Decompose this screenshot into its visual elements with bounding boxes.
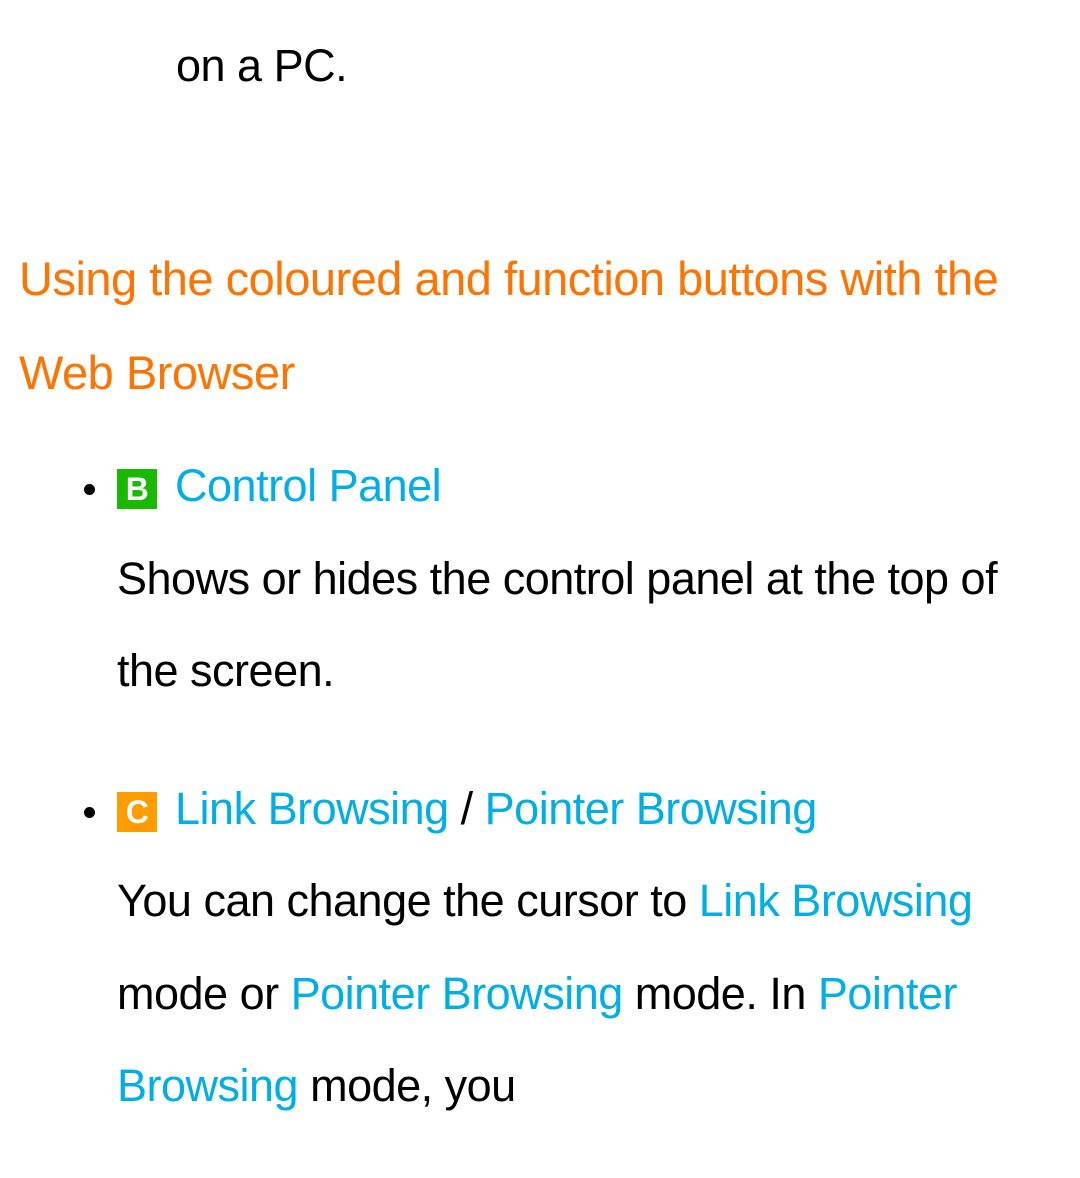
desc-text: You can change the cursor to bbox=[117, 875, 699, 926]
c-button-icon: C bbox=[117, 792, 157, 832]
document-body: on a PC. Using the coloured and function… bbox=[0, 0, 1080, 1132]
desc-text: mode or bbox=[117, 968, 291, 1019]
term-link-browsing: Link Browsing bbox=[699, 875, 973, 926]
previous-paragraph-fragment: on a PC. bbox=[19, 20, 1061, 112]
item-description: Shows or hides the control panel at the … bbox=[117, 533, 1061, 718]
separator-slash: / bbox=[449, 783, 485, 834]
term-pointer-browsing: Pointer Browsing bbox=[291, 968, 623, 1019]
desc-text: mode. In bbox=[623, 968, 818, 1019]
list-item-header: B Control Panel bbox=[117, 440, 1061, 532]
b-button-icon: B bbox=[117, 469, 157, 509]
section-heading: Using the coloured and function buttons … bbox=[19, 232, 1061, 420]
item-title-pointer-browsing: Pointer Browsing bbox=[485, 783, 817, 834]
button-function-list: B Control Panel Shows or hides the contr… bbox=[19, 440, 1061, 1132]
item-title: Control Panel bbox=[175, 460, 441, 511]
list-item-c: C Link Browsing / Pointer Browsing You c… bbox=[113, 763, 1061, 1132]
list-item-b: B Control Panel Shows or hides the contr… bbox=[113, 440, 1061, 717]
list-item-header: C Link Browsing / Pointer Browsing bbox=[117, 763, 1061, 855]
item-title-link-browsing: Link Browsing bbox=[175, 783, 449, 834]
desc-text: mode, you bbox=[298, 1060, 516, 1111]
item-description: You can change the cursor to Link Browsi… bbox=[117, 855, 1061, 1132]
